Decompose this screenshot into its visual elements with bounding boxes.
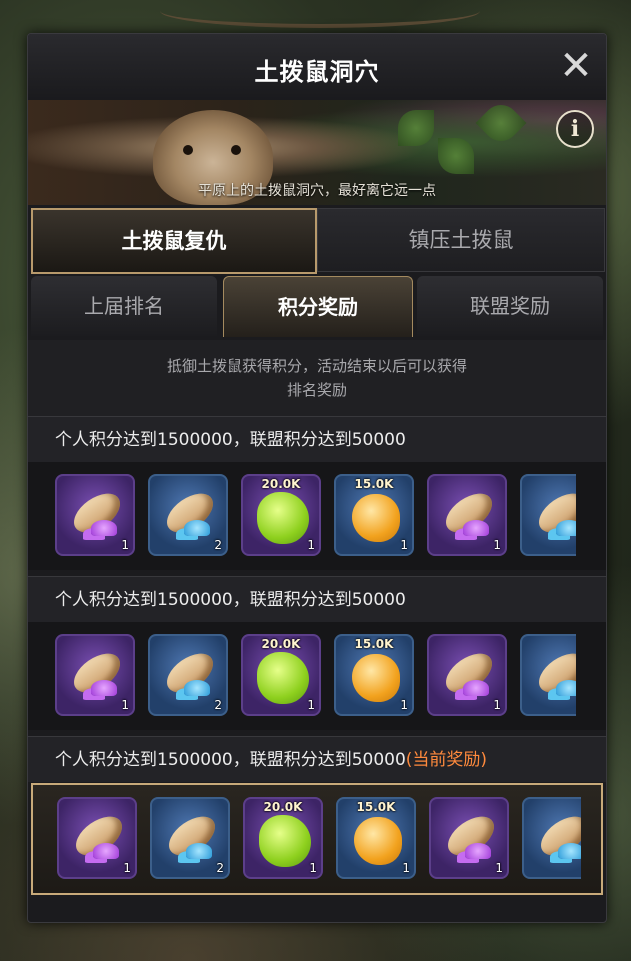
reward-item[interactable]: [520, 474, 576, 556]
reward-item[interactable]: 1: [57, 797, 137, 879]
tier-requirement-text: 个人积分达到1500000，联盟积分达到50000: [55, 750, 406, 770]
item-quantity: 1: [400, 538, 408, 552]
mole-burrow-panel: 土拨鼠洞穴 ✕ 平原上的土拨鼠洞穴，最好离它远一点 i 土拨鼠复仇 镇压土拨鼠 …: [27, 33, 607, 923]
item-amount: 15.0K: [354, 637, 394, 651]
reward-item[interactable]: 2: [148, 474, 228, 556]
tier-reward-row: 1 2 20.0K 1 15.0K 1 1: [28, 462, 606, 570]
reward-item[interactable]: 1: [427, 634, 507, 716]
reward-item[interactable]: 20.0K 1: [241, 634, 321, 716]
reward-item[interactable]: 1: [55, 634, 135, 716]
description-line-2: 排名奖励: [286, 381, 347, 399]
item-quantity: 1: [121, 538, 129, 552]
reward-item[interactable]: 15.0K 1: [334, 634, 414, 716]
reward-item[interactable]: 15.0K 1: [334, 474, 414, 556]
reward-item[interactable]: 2: [150, 797, 230, 879]
clover-decoration: [475, 100, 527, 149]
main-tab-bar: 土拨鼠复仇 镇压土拨鼠: [28, 208, 606, 274]
item-quantity: 1: [123, 861, 131, 875]
item-amount: 15.0K: [356, 800, 396, 814]
reward-items: 1 2 20.0K 1 15.0K 1 1: [33, 785, 581, 893]
item-amount: 20.0K: [261, 637, 301, 651]
reward-items: 1 2 20.0K 1 15.0K 1 1: [28, 462, 576, 570]
title-bar: 土拨鼠洞穴 ✕: [28, 34, 606, 101]
reward-item[interactable]: 20.0K 1: [241, 474, 321, 556]
clover-decoration: [438, 138, 474, 174]
tier-requirement: 个人积分达到1500000，联盟积分达到50000: [28, 416, 606, 462]
banner-image: 平原上的土拨鼠洞穴，最好离它远一点 i: [28, 100, 606, 205]
banner-caption: 平原上的土拨鼠洞穴，最好离它远一点: [198, 183, 436, 199]
tab-last-ranking[interactable]: 上届排名: [31, 276, 217, 336]
tab-alliance-rewards[interactable]: 联盟奖励: [417, 276, 603, 336]
tier-reward-row: 1 2 20.0K 1 15.0K 1 1: [31, 783, 603, 895]
item-quantity: 1: [400, 698, 408, 712]
tab-mole-revenge[interactable]: 土拨鼠复仇: [31, 208, 317, 274]
description-line-1: 抵御土拨鼠获得积分，活动结束以后可以获得: [166, 357, 467, 375]
item-quantity: 1: [495, 861, 503, 875]
item-quantity: 1: [121, 698, 129, 712]
item-quantity: 1: [493, 538, 501, 552]
sub-tab-bar: 上届排名 积分奖励 联盟奖励: [28, 274, 606, 338]
reward-item[interactable]: [520, 634, 576, 716]
item-quantity: 2: [216, 861, 224, 875]
reward-item[interactable]: 1: [429, 797, 509, 879]
panel-title: 土拨鼠洞穴: [254, 58, 380, 86]
reward-item[interactable]: 20.0K 1: [243, 797, 323, 879]
item-amount: 15.0K: [354, 477, 394, 491]
item-amount: 20.0K: [263, 800, 303, 814]
tier-requirement-text: 个人积分达到1500000，联盟积分达到50000: [55, 430, 406, 450]
tab-suppress-mole[interactable]: 镇压土拨鼠: [317, 208, 605, 272]
reward-items: 1 2 20.0K 1 15.0K 1 1: [28, 622, 576, 730]
reward-item[interactable]: 15.0K 1: [336, 797, 416, 879]
item-quantity: 1: [309, 861, 317, 875]
tier-requirement: 个人积分达到1500000，联盟积分达到50000(当前奖励): [28, 736, 606, 782]
reward-item[interactable]: 1: [55, 474, 135, 556]
tab-points-rewards[interactable]: 积分奖励: [223, 276, 413, 337]
close-icon[interactable]: ✕: [556, 46, 596, 86]
item-quantity: 1: [307, 538, 315, 552]
item-quantity: 1: [402, 861, 410, 875]
info-icon[interactable]: i: [556, 110, 594, 148]
clover-decoration: [398, 110, 434, 146]
description: 抵御土拨鼠获得积分，活动结束以后可以获得 排名奖励: [28, 340, 606, 416]
reward-item[interactable]: 2: [148, 634, 228, 716]
reward-item[interactable]: [522, 797, 581, 879]
item-quantity: 1: [493, 698, 501, 712]
item-amount: 20.0K: [261, 477, 301, 491]
tier-requirement: 个人积分达到1500000，联盟积分达到50000: [28, 576, 606, 622]
item-quantity: 2: [214, 698, 222, 712]
reward-item[interactable]: 1: [427, 474, 507, 556]
current-reward-tag: (当前奖励): [405, 750, 488, 770]
item-quantity: 2: [214, 538, 222, 552]
item-quantity: 1: [307, 698, 315, 712]
tier-requirement-text: 个人积分达到1500000，联盟积分达到50000: [55, 590, 406, 610]
tier-reward-row: 1 2 20.0K 1 15.0K 1 1: [28, 622, 606, 730]
